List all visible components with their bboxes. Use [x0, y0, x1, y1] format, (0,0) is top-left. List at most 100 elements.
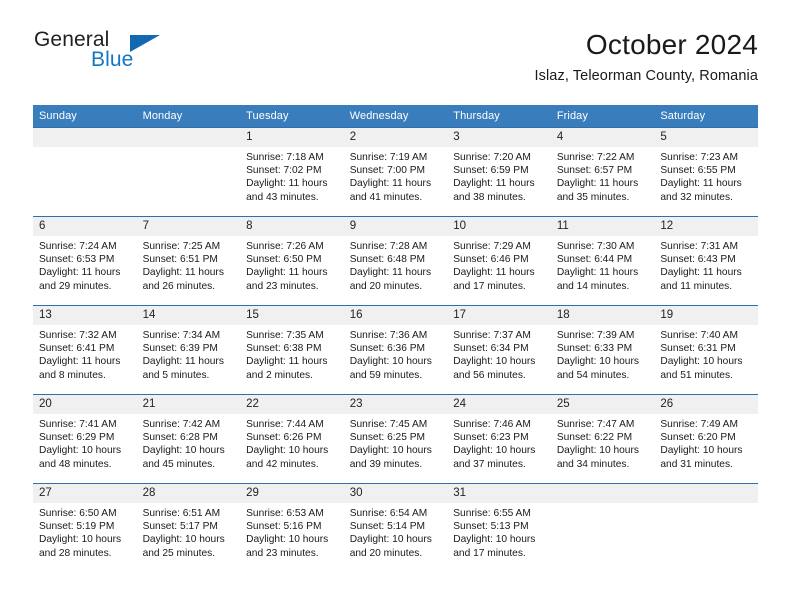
day-number: 19 — [654, 306, 758, 325]
weekday-header-tuesday: Tuesday — [240, 105, 344, 128]
calendar-week-row: 20 Sunrise: 7:41 AM Sunset: 6:29 PM Dayli… — [33, 394, 758, 484]
calendar-day-cell[interactable]: 14 Sunrise: 7:34 AM Sunset: 6:39 PM Dayli… — [136, 305, 241, 395]
weekday-header-wednesday: Wednesday — [343, 105, 448, 128]
day-sun-details: Sunrise: 7:39 AM Sunset: 6:33 PM Dayligh… — [556, 330, 639, 381]
day-number: 12 — [654, 217, 758, 236]
day-number: 30 — [343, 484, 448, 503]
day-sun-details: Sunrise: 7:44 AM Sunset: 6:26 PM Dayligh… — [246, 419, 329, 470]
calendar-day-cell[interactable]: 23 Sunrise: 7:45 AM Sunset: 6:25 PM Dayli… — [343, 394, 448, 484]
calendar-day-cell[interactable]: 11 Sunrise: 7:30 AM Sunset: 6:44 PM Dayli… — [550, 216, 655, 306]
calendar-day-cell[interactable]: 22 Sunrise: 7:44 AM Sunset: 6:26 PM Dayli… — [240, 394, 344, 484]
day-number: 5 — [654, 128, 758, 147]
calendar-day-cell[interactable]: 2 Sunrise: 7:19 AM Sunset: 7:00 PM Daylig… — [343, 127, 448, 217]
day-number: 20 — [33, 395, 137, 414]
day-number: 18 — [550, 306, 655, 325]
day-sun-details: Sunrise: 7:36 AM Sunset: 6:36 PM Dayligh… — [349, 330, 432, 381]
day-number: 31 — [447, 484, 551, 503]
calendar-day-cell[interactable]: 31 Sunrise: 6:55 AM Sunset: 5:13 PM Dayli… — [447, 483, 551, 572]
calendar-day-cell-empty — [550, 483, 655, 572]
day-sun-details: Sunrise: 7:47 AM Sunset: 6:22 PM Dayligh… — [556, 419, 639, 470]
calendar-day-cell[interactable]: 20 Sunrise: 7:41 AM Sunset: 6:29 PM Dayli… — [33, 394, 137, 484]
calendar-day-cell-empty — [136, 127, 241, 217]
calendar-day-cell[interactable]: 30 Sunrise: 6:54 AM Sunset: 5:14 PM Dayli… — [343, 483, 448, 572]
sunrise-sunset-calendar-table: Sunday Monday Tuesday Wednesday Thursday Frid… — [33, 105, 758, 572]
calendar-day-cell[interactable]: 17 Sunrise: 7:37 AM Sunset: 6:34 PM Dayli… — [447, 305, 551, 395]
calendar-day-cell[interactable]: 9 Sunrise: 7:28 AM Sunset: 6:48 PM Daylig… — [343, 216, 448, 306]
calendar-day-cell[interactable]: 26 Sunrise: 7:49 AM Sunset: 6:20 PM Dayli… — [654, 394, 758, 484]
calendar-day-cell-empty — [654, 483, 758, 572]
day-sun-details: Sunrise: 7:31 AM Sunset: 6:43 PM Dayligh… — [660, 241, 742, 292]
calendar-day-cell[interactable]: 8 Sunrise: 7:26 AM Sunset: 6:50 PM Daylig… — [240, 216, 344, 306]
day-number: 25 — [550, 395, 655, 414]
calendar-day-cell[interactable]: 15 Sunrise: 7:35 AM Sunset: 6:38 PM Dayli… — [240, 305, 344, 395]
day-sun-details: Sunrise: 6:55 AM Sunset: 5:13 PM Dayligh… — [453, 508, 536, 559]
calendar-day-cell[interactable]: 25 Sunrise: 7:47 AM Sunset: 6:22 PM Dayli… — [550, 394, 655, 484]
calendar-day-cell[interactable]: 27 Sunrise: 6:50 AM Sunset: 5:19 PM Dayli… — [33, 483, 137, 572]
day-number: 1 — [240, 128, 344, 147]
calendar-page: General Blue October 2024 Islaz, Teleorm… — [0, 0, 792, 612]
day-sun-details: Sunrise: 7:23 AM Sunset: 6:55 PM Dayligh… — [660, 152, 742, 203]
calendar-header-row: Sunday Monday Tuesday Wednesday Thursday Frid… — [33, 105, 758, 128]
calendar-week-row: 6 Sunrise: 7:24 AM Sunset: 6:53 PM Daylig… — [33, 216, 758, 306]
day-number: 21 — [136, 395, 241, 414]
calendar-day-cell[interactable]: 13 Sunrise: 7:32 AM Sunset: 6:41 PM Dayli… — [33, 305, 137, 395]
page-header: General Blue October 2024 Islaz, Teleorm… — [34, 28, 758, 94]
calendar-day-cell[interactable]: 6 Sunrise: 7:24 AM Sunset: 6:53 PM Daylig… — [33, 216, 137, 306]
calendar-day-cell[interactable]: 29 Sunrise: 6:53 AM Sunset: 5:16 PM Dayli… — [240, 483, 344, 572]
calendar-day-cell[interactable]: 21 Sunrise: 7:42 AM Sunset: 6:28 PM Dayli… — [136, 394, 241, 484]
weekday-header-monday: Monday — [136, 105, 241, 128]
calendar-week-row: 1 Sunrise: 7:18 AM Sunset: 7:02 PM Daylig… — [33, 127, 758, 217]
day-sun-details: Sunrise: 6:51 AM Sunset: 5:17 PM Dayligh… — [142, 508, 225, 559]
calendar-day-cell[interactable]: 1 Sunrise: 7:18 AM Sunset: 7:02 PM Daylig… — [240, 127, 344, 217]
day-sun-details: Sunrise: 7:30 AM Sunset: 6:44 PM Dayligh… — [556, 241, 639, 292]
day-number: 27 — [33, 484, 137, 503]
day-sun-details: Sunrise: 6:53 AM Sunset: 5:16 PM Dayligh… — [246, 508, 329, 559]
weekday-header-row: Sunday Monday Tuesday Wednesday Thursday Frid… — [33, 105, 758, 128]
calendar-day-cell[interactable]: 4 Sunrise: 7:22 AM Sunset: 6:57 PM Daylig… — [550, 127, 655, 217]
day-sun-details: Sunrise: 7:28 AM Sunset: 6:48 PM Dayligh… — [349, 241, 432, 292]
logo-triangle-icon — [130, 35, 160, 52]
day-sun-details: Sunrise: 7:34 AM Sunset: 6:39 PM Dayligh… — [142, 330, 224, 381]
day-number: 11 — [550, 217, 655, 236]
day-number: 28 — [136, 484, 241, 503]
day-sun-details: Sunrise: 7:40 AM Sunset: 6:31 PM Dayligh… — [660, 330, 743, 381]
day-number: 29 — [240, 484, 344, 503]
calendar-day-cell[interactable]: 10 Sunrise: 7:29 AM Sunset: 6:46 PM Dayli… — [447, 216, 551, 306]
weekday-header-friday: Friday — [550, 105, 655, 128]
day-number: 2 — [343, 128, 448, 147]
day-sun-details: Sunrise: 7:49 AM Sunset: 6:20 PM Dayligh… — [660, 419, 743, 470]
day-sun-details: Sunrise: 6:50 AM Sunset: 5:19 PM Dayligh… — [39, 508, 122, 559]
day-number: 15 — [240, 306, 344, 325]
weekday-header-thursday: Thursday — [447, 105, 551, 128]
day-number — [654, 484, 758, 503]
day-sun-details: Sunrise: 7:18 AM Sunset: 7:02 PM Dayligh… — [246, 152, 328, 203]
day-number: 16 — [343, 306, 448, 325]
calendar-day-cell[interactable]: 5 Sunrise: 7:23 AM Sunset: 6:55 PM Daylig… — [654, 127, 758, 217]
day-number — [550, 484, 655, 503]
calendar-day-cell[interactable]: 12 Sunrise: 7:31 AM Sunset: 6:43 PM Dayli… — [654, 216, 758, 306]
calendar-day-cell[interactable]: 18 Sunrise: 7:39 AM Sunset: 6:33 PM Dayli… — [550, 305, 655, 395]
day-number: 8 — [240, 217, 344, 236]
day-number: 22 — [240, 395, 344, 414]
day-sun-details: Sunrise: 7:32 AM Sunset: 6:41 PM Dayligh… — [39, 330, 121, 381]
calendar-day-cell[interactable]: 16 Sunrise: 7:36 AM Sunset: 6:36 PM Dayli… — [343, 305, 448, 395]
day-sun-details: Sunrise: 7:24 AM Sunset: 6:53 PM Dayligh… — [39, 241, 121, 292]
day-number — [136, 128, 241, 147]
calendar-day-cell[interactable]: 28 Sunrise: 6:51 AM Sunset: 5:17 PM Dayli… — [136, 483, 241, 572]
day-sun-details: Sunrise: 7:35 AM Sunset: 6:38 PM Dayligh… — [246, 330, 328, 381]
calendar-day-cell[interactable]: 7 Sunrise: 7:25 AM Sunset: 6:51 PM Daylig… — [136, 216, 241, 306]
day-sun-details: Sunrise: 7:29 AM Sunset: 6:46 PM Dayligh… — [453, 241, 535, 292]
calendar-day-cell[interactable]: 3 Sunrise: 7:20 AM Sunset: 6:59 PM Daylig… — [447, 127, 551, 217]
calendar-day-cell[interactable]: 19 Sunrise: 7:40 AM Sunset: 6:31 PM Dayli… — [654, 305, 758, 395]
calendar-week-row: 13 Sunrise: 7:32 AM Sunset: 6:41 PM Dayli… — [33, 305, 758, 395]
day-sun-details: Sunrise: 7:42 AM Sunset: 6:28 PM Dayligh… — [142, 419, 225, 470]
calendar-day-cell[interactable]: 24 Sunrise: 7:46 AM Sunset: 6:23 PM Dayli… — [447, 394, 551, 484]
day-sun-details: Sunrise: 7:25 AM Sunset: 6:51 PM Dayligh… — [142, 241, 224, 292]
day-sun-details: Sunrise: 7:19 AM Sunset: 7:00 PM Dayligh… — [349, 152, 432, 203]
calendar-body: 1 Sunrise: 7:18 AM Sunset: 7:02 PM Daylig… — [33, 127, 758, 572]
day-number: 9 — [343, 217, 448, 236]
location-subtitle: Islaz, Teleorman County, Romania — [534, 68, 758, 84]
day-number: 23 — [343, 395, 448, 414]
page-title: October 2024 — [585, 29, 758, 60]
day-number: 10 — [447, 217, 551, 236]
